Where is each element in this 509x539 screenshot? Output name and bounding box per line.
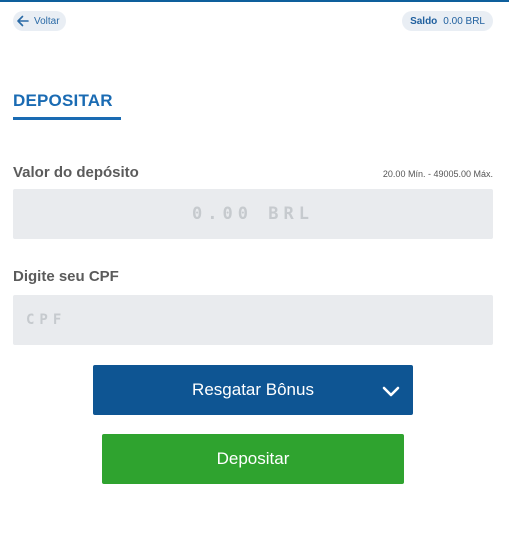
- active-tab-indicator: [13, 117, 121, 120]
- redeem-bonus-dropdown[interactable]: Resgatar Bônus: [93, 365, 413, 415]
- arrow-left-icon: [16, 14, 30, 28]
- amount-input[interactable]: [13, 189, 493, 239]
- back-button[interactable]: Voltar: [13, 11, 66, 31]
- redeem-bonus-label: Resgatar Bônus: [192, 380, 314, 399]
- tab-depositar[interactable]: DEPOSITAR: [13, 91, 113, 111]
- balance-badge: Saldo 0.00 BRL: [402, 11, 493, 31]
- chevron-down-icon: [381, 384, 401, 404]
- back-label: Voltar: [34, 15, 60, 27]
- top-accent-line: [0, 0, 509, 2]
- deposit-button[interactable]: Depositar: [102, 434, 404, 484]
- cpf-label: Digite seu CPF: [13, 268, 119, 285]
- amount-limits: 20.00 Mín. - 49005.00 Máx.: [382, 169, 493, 179]
- balance-label: Saldo: [410, 15, 438, 27]
- cpf-input[interactable]: [13, 295, 493, 345]
- balance-value: 0.00 BRL: [443, 15, 485, 27]
- amount-label: Valor do depósito: [13, 164, 139, 181]
